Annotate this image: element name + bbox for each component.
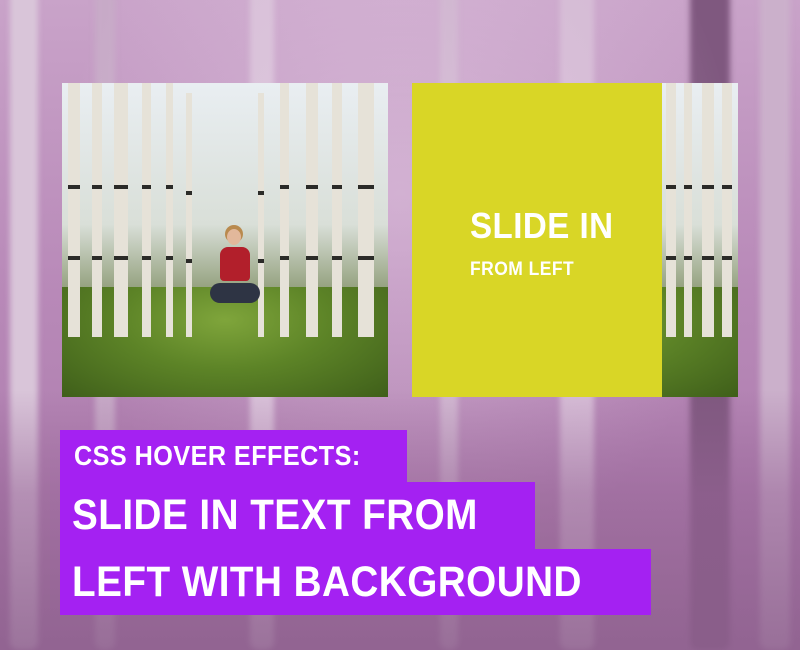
birch-trunk bbox=[722, 83, 732, 337]
photo-card-default[interactable] bbox=[62, 83, 388, 397]
birch-trunk bbox=[186, 93, 192, 337]
birch-trunk bbox=[280, 83, 289, 337]
birch-trunk bbox=[306, 83, 318, 337]
birch-trunk bbox=[166, 83, 173, 337]
birch-trunk bbox=[666, 83, 676, 337]
headline-line-2: LEFT WITH BACKGROUND bbox=[60, 549, 651, 615]
seated-person bbox=[206, 225, 266, 315]
overlay-title: SLIDE IN bbox=[470, 205, 614, 246]
headline-line-1: SLIDE IN TEXT FROM bbox=[60, 482, 535, 549]
birch-trunk bbox=[358, 83, 374, 337]
birch-trunk bbox=[684, 83, 692, 337]
slide-in-overlay: SLIDE IN FROM LEFT bbox=[412, 83, 662, 397]
thumbnail-canvas: SLIDE IN FROM LEFT CSS HOVER EFFECTS: SL… bbox=[0, 0, 800, 650]
birch-trunk bbox=[702, 83, 714, 337]
birch-trunk bbox=[332, 83, 342, 337]
birch-trunk bbox=[114, 83, 128, 337]
forest-photo bbox=[62, 83, 388, 397]
overlay-subtitle: FROM LEFT bbox=[470, 259, 575, 280]
photo-card-hover[interactable]: SLIDE IN FROM LEFT bbox=[412, 83, 738, 397]
birch-trunk bbox=[142, 83, 151, 337]
headline-kicker: CSS HOVER EFFECTS: bbox=[60, 430, 407, 482]
birch-trunk bbox=[68, 83, 80, 337]
birch-trunk bbox=[92, 83, 102, 337]
